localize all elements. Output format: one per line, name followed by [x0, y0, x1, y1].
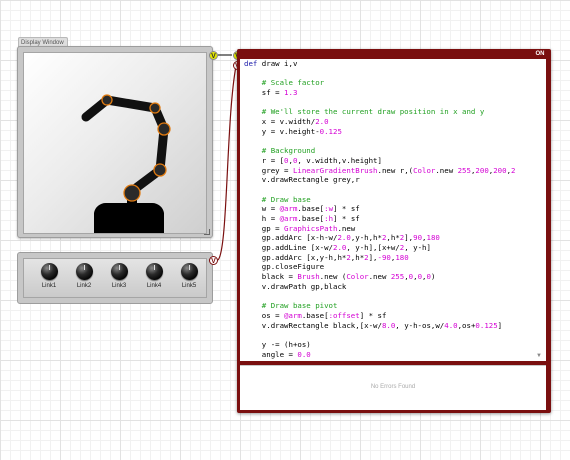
error-status-text: No Errors Found [370, 384, 416, 390]
resize-grip[interactable] [204, 229, 210, 235]
knob-link3[interactable]: Link3 [102, 263, 136, 289]
code-line[interactable] [240, 69, 546, 79]
code-line[interactable]: v.drawPath gp,black [240, 282, 546, 292]
arm-link-4 [102, 95, 160, 113]
knob-dial[interactable] [40, 263, 58, 280]
knob-panel-inner: Link1 Link2 Link3 Link4 Link5 [23, 258, 207, 298]
code-line[interactable] [240, 137, 546, 147]
scroll-down-icon[interactable]: ▼ [536, 353, 542, 359]
knob-link1[interactable]: Link1 [32, 263, 66, 289]
code-line[interactable]: grey = LinearGradientBrush.new r,(Color.… [240, 166, 546, 176]
code-line[interactable]: # Draw base [240, 195, 546, 205]
code-line[interactable]: y -= (h+os) [240, 340, 546, 350]
arm-base [94, 202, 164, 233]
knobs-output-port[interactable]: V [209, 256, 218, 265]
knob-dial[interactable] [110, 263, 128, 280]
knob-label: Link3 [111, 283, 127, 289]
code-line[interactable]: gp = GraphicsPath.new [240, 224, 546, 234]
knob-dial[interactable] [75, 263, 93, 280]
code-line[interactable]: angle = 0.0 [240, 350, 546, 360]
code-line[interactable]: def draw i,v [240, 59, 546, 69]
knob-link5[interactable]: Link5 [172, 263, 206, 289]
robot-arm-drawing [81, 94, 171, 233]
code-line[interactable]: y = v.height-0.125 [240, 127, 546, 137]
arm-joint-5 [101, 94, 113, 106]
code-line[interactable] [240, 98, 546, 108]
on-toggle[interactable]: ON [533, 50, 547, 58]
robot-arm-canvas [23, 52, 207, 234]
arm-joint-4 [149, 102, 161, 114]
code-line[interactable]: gp.addArc [x-h-w/2.0,y-h,h*2,h*2],90,180 [240, 233, 546, 243]
display-output-port[interactable]: V [209, 51, 218, 60]
code-line[interactable] [240, 330, 546, 340]
arm-links [81, 95, 169, 196]
code-line[interactable] [240, 185, 546, 195]
code-line[interactable]: gp.addLine [x-w/2.0, y-h],[x+w/2, y-h] [240, 243, 546, 253]
knob-label: Link2 [76, 283, 92, 289]
code-line[interactable]: sf = 1.3 [240, 88, 546, 98]
knob-link4[interactable]: Link4 [137, 263, 171, 289]
error-status-panel: No Errors Found [240, 365, 546, 410]
code-line[interactable]: # Draw base pivot [240, 301, 546, 311]
code-line[interactable]: w = @arm.base[:w] * sf [240, 204, 546, 214]
editor-title-bar: ON [237, 49, 551, 59]
code-line[interactable]: gp.addArc [x,y-h,h*2,h*2],-90,180 [240, 253, 546, 263]
code-line[interactable]: os = @arm.base[:offset] * sf [240, 311, 546, 321]
code-line[interactable]: gp.closeFigure [240, 262, 546, 272]
knob-dial[interactable] [145, 263, 163, 280]
knob-label: Link4 [146, 283, 162, 289]
code-line[interactable]: r = [0,0, v.width,v.height] [240, 156, 546, 166]
code-line[interactable]: v.drawRectangle black,[x-w/8.0, y-h-os,w… [240, 321, 546, 331]
wire-knobs-to-editor [217, 65, 237, 261]
code-line[interactable] [240, 292, 546, 302]
arm-joint-2 [153, 163, 167, 177]
knob-panel: Link1 Link2 Link3 Link4 Link5 [17, 252, 213, 304]
knob-link2[interactable]: Link2 [67, 263, 101, 289]
knob-label: Link5 [181, 283, 197, 289]
code-line[interactable]: v.drawRectangle grey,r [240, 175, 546, 185]
code-line[interactable]: x = v.width/2.0 [240, 117, 546, 127]
code-line[interactable]: # Scale factor [240, 78, 546, 88]
arm-joint-3 [157, 122, 171, 136]
code-line[interactable]: # Background [240, 146, 546, 156]
display-window[interactable] [17, 46, 213, 238]
code-editor[interactable]: ON def draw i,v # Scale factor sf = 1.3 … [237, 49, 551, 413]
code-line[interactable]: black = Brush.new (Color.new 255,0,0,0) [240, 272, 546, 282]
code-line[interactable]: h = @arm.base[:h] * sf [240, 214, 546, 224]
knob-dial[interactable] [180, 263, 198, 280]
code-line[interactable]: # We'll store the current draw position … [240, 107, 546, 117]
knob-label: Link1 [41, 283, 57, 289]
code-text-area[interactable]: def draw i,v # Scale factor sf = 1.3 # W… [240, 59, 546, 361]
arm-joint-1 [123, 184, 141, 202]
